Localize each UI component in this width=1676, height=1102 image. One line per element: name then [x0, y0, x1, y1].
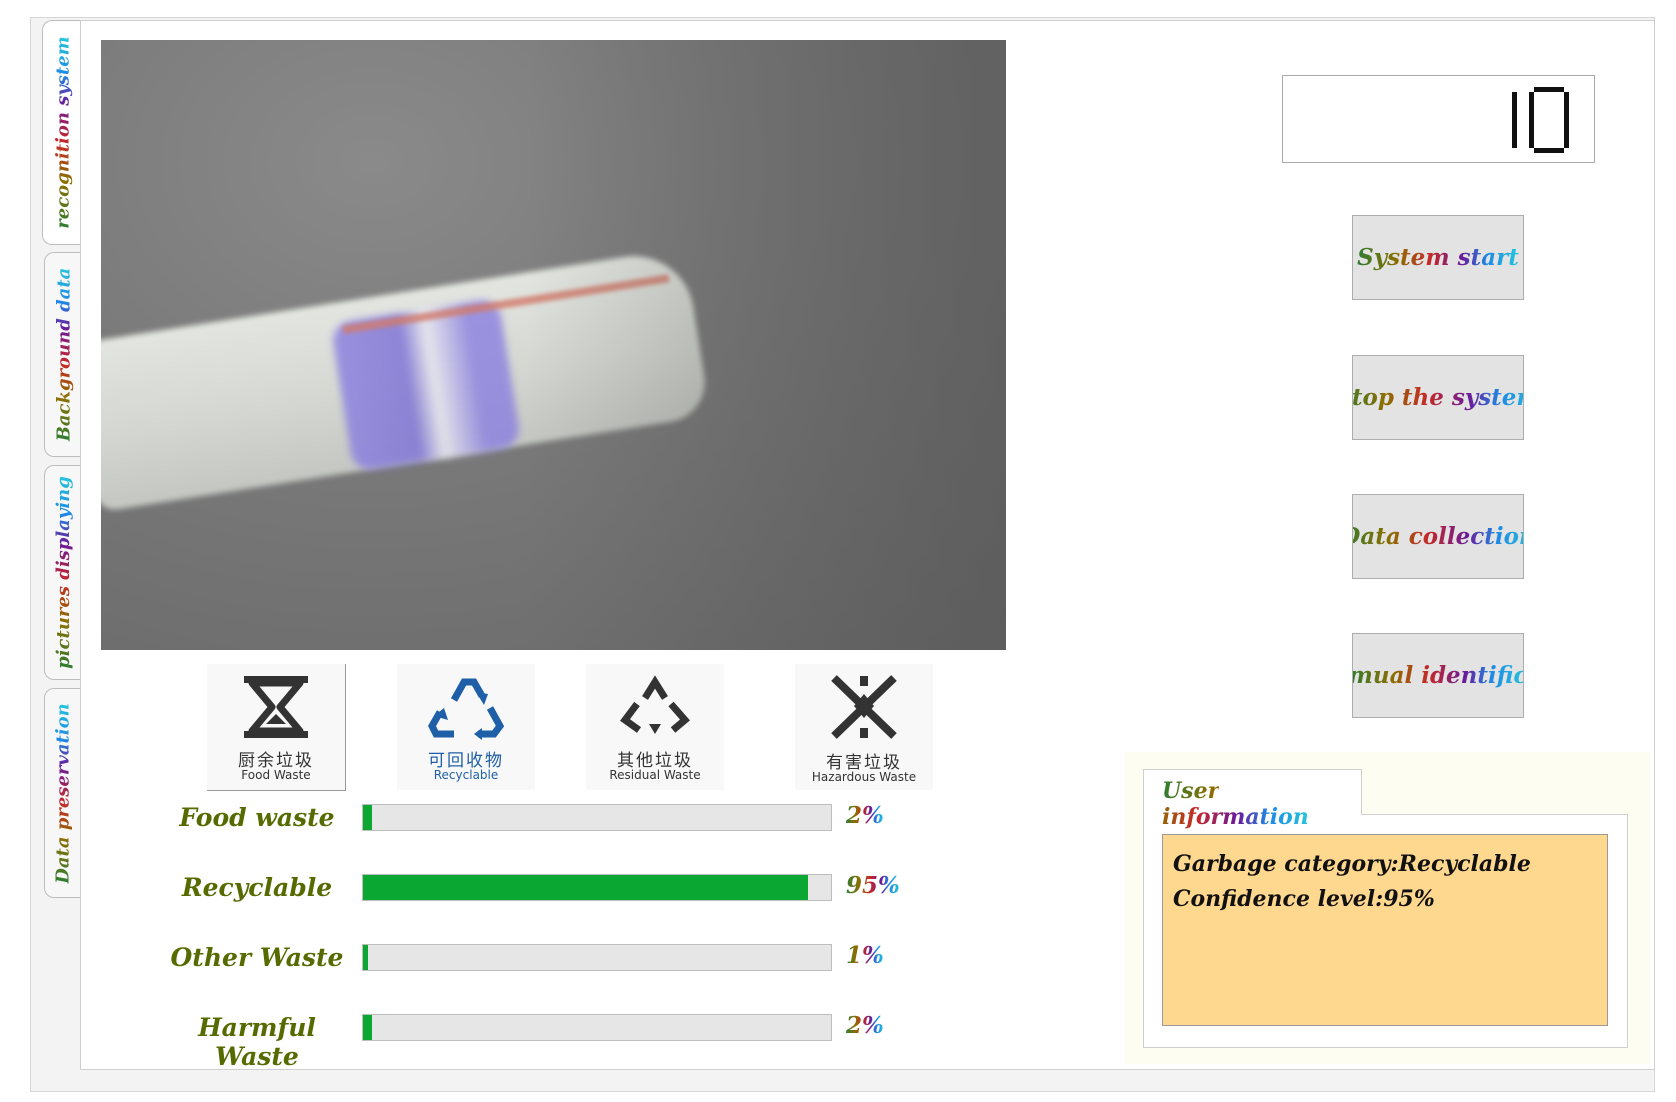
- harmful-waste-fill: [363, 1015, 373, 1040]
- harmful-waste-label: Harmful Waste: [198, 1013, 316, 1071]
- food-waste-percent: 2%: [846, 802, 884, 829]
- residual-waste-icon: [620, 675, 690, 734]
- tab-recognition-system[interactable]: recognition system: [42, 20, 84, 245]
- tab-label: Data preservation: [53, 702, 75, 884]
- tab-label: pictures displaying: [53, 476, 74, 669]
- lcd-segment: [1512, 120, 1517, 148]
- counter-display: [1282, 75, 1595, 163]
- tab-pictures-displaying[interactable]: pictures displaying: [44, 465, 82, 680]
- manual-identification-button[interactable]: mual identific: [1352, 633, 1524, 718]
- other-waste-percent: 1%: [846, 942, 884, 969]
- button-label: Data collection: [1353, 523, 1523, 550]
- hazardous-waste-icon: [831, 675, 897, 739]
- recyclable-icon: [428, 678, 505, 740]
- garbage-category-line: Garbage category:Recyclable: [1173, 851, 1531, 877]
- user-info-tab-label: User information: [1162, 778, 1309, 830]
- user-info-tab[interactable]: User information: [1143, 769, 1362, 830]
- tab-label: Background data: [53, 267, 75, 442]
- lcd-segment: [1564, 120, 1569, 148]
- lcd-segment: [1534, 148, 1564, 153]
- user-info-textbox[interactable]: Garbage category:Recyclable Confidence l…: [1162, 834, 1608, 1026]
- harmful-waste-percent: 2%: [846, 1012, 884, 1039]
- other-waste-label: Other Waste: [170, 943, 344, 972]
- residual-waste-card: 其他垃圾 Residual Waste: [586, 664, 724, 790]
- tab-background-data[interactable]: Background data: [44, 252, 82, 457]
- stop-system-button[interactable]: Stop the system: [1352, 355, 1524, 440]
- other-waste-progress: [362, 944, 832, 971]
- recyclable-fill: [363, 875, 808, 900]
- icon-en-label: Food Waste: [241, 768, 311, 782]
- icon-en-label: Recyclable: [433, 768, 499, 782]
- harmful-waste-progress: [362, 1014, 832, 1041]
- lcd-segment: [1534, 87, 1564, 92]
- button-label: System start: [1357, 244, 1519, 271]
- button-label: mual identific: [1353, 662, 1523, 689]
- lcd-segment: [1512, 92, 1517, 120]
- recyclable-card: 可回收物 Recyclable: [397, 664, 535, 790]
- hazardous-waste-card: 有害垃圾 Hazardous Waste: [795, 664, 933, 790]
- food-waste-progress: [362, 804, 832, 831]
- lcd-segment: [1529, 92, 1534, 120]
- system-start-button[interactable]: System start: [1352, 215, 1524, 300]
- seven-segment-digits: [1512, 87, 1569, 153]
- confidence-level-line: Confidence level:95%: [1173, 886, 1435, 912]
- icon-en-label: Residual Waste: [609, 768, 701, 782]
- tab-label: recognition system: [53, 36, 74, 229]
- camera-feed: [101, 40, 1006, 650]
- button-label: Stop the system: [1353, 384, 1523, 411]
- recyclable-progress: [362, 874, 832, 901]
- data-collection-button[interactable]: Data collection: [1352, 494, 1524, 579]
- lcd-segment: [1564, 92, 1569, 120]
- food-waste-fill: [363, 805, 373, 830]
- other-waste-fill: [363, 945, 368, 970]
- recyclable-label: Recyclable: [181, 873, 333, 902]
- recyclable-percent: 95%: [846, 872, 900, 899]
- food-waste-icon: [244, 676, 308, 738]
- food-waste-card: 厨余垃圾 Food Waste: [207, 664, 346, 791]
- tab-data-preservation[interactable]: Data preservation: [44, 688, 82, 898]
- lcd-segment: [1529, 120, 1534, 148]
- food-waste-label: Food waste: [179, 803, 335, 832]
- icon-en-label: Hazardous Waste: [811, 770, 917, 784]
- shadow-overlay: [526, 40, 1006, 650]
